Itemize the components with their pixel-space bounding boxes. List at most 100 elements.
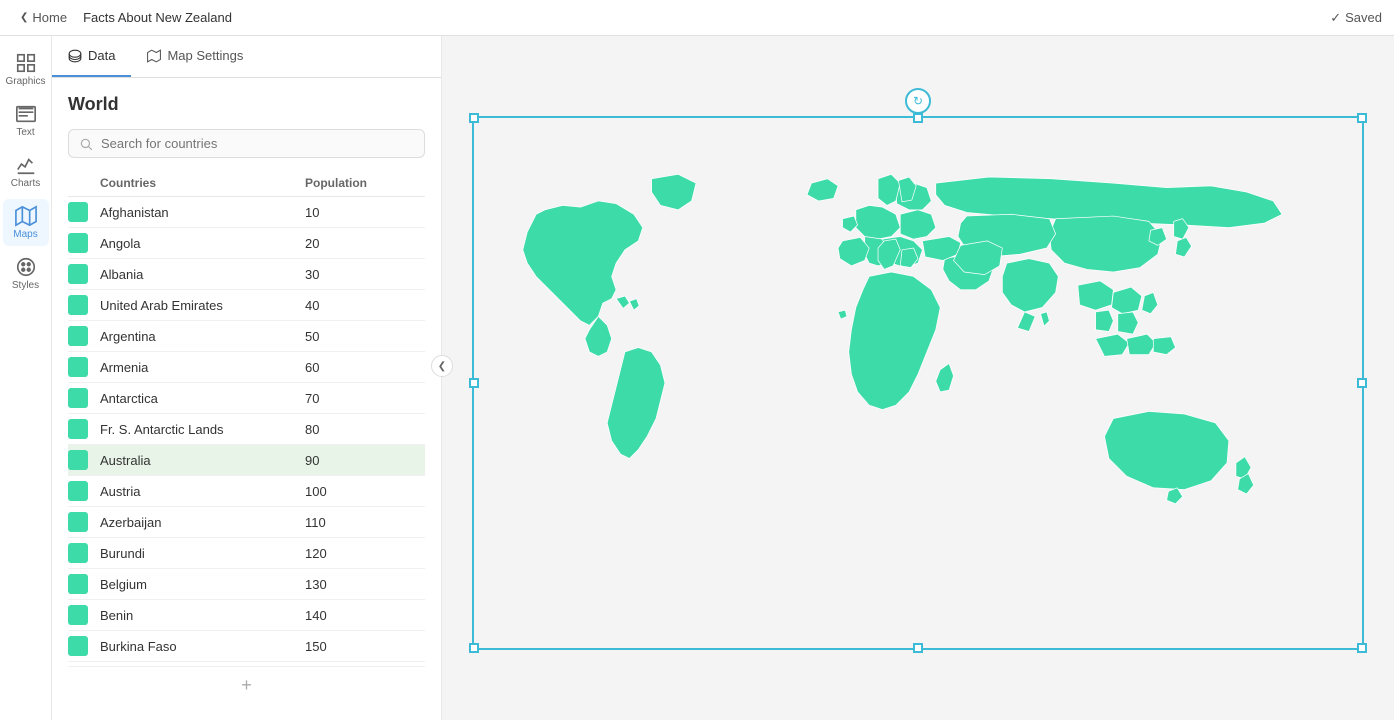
handle-middle-left[interactable] — [469, 378, 479, 388]
row-color — [68, 295, 100, 315]
row-population: 60 — [305, 360, 405, 375]
row-country: Angola — [100, 236, 305, 251]
tab-map-settings[interactable]: Map Settings — [131, 36, 259, 77]
color-swatch — [68, 605, 88, 625]
table-row[interactable]: Belgium 130 — [68, 569, 425, 600]
table-row[interactable]: Australia 90 — [68, 445, 425, 476]
text-label: Text — [16, 127, 34, 138]
table-row[interactable]: Austria 100 — [68, 476, 425, 507]
color-swatch — [68, 419, 88, 439]
table-row[interactable]: Burkina Faso 150 — [68, 631, 425, 662]
row-population: 80 — [305, 422, 405, 437]
sidebar-item-text[interactable]: Text — [3, 97, 49, 144]
row-color — [68, 574, 100, 594]
add-row-button[interactable]: + — [68, 666, 425, 704]
color-swatch — [68, 202, 88, 222]
home-label: Home — [32, 10, 67, 25]
handle-middle-right[interactable] — [1357, 378, 1367, 388]
row-population: 20 — [305, 236, 405, 251]
row-color — [68, 202, 100, 222]
checkmark-icon: ✓ — [1330, 10, 1341, 26]
table-row[interactable]: Armenia 60 — [68, 352, 425, 383]
grid-icon — [15, 52, 37, 74]
data-table: Countries Population Afghanistan 10 Ango… — [68, 170, 425, 666]
sidebar-item-maps[interactable]: Maps — [3, 199, 49, 246]
color-swatch — [68, 357, 88, 377]
table-row[interactable]: Albania 30 — [68, 259, 425, 290]
table-body: Afghanistan 10 Angola 20 Albania 30 Unit… — [68, 197, 425, 666]
row-color — [68, 357, 100, 377]
row-country: Benin — [100, 608, 305, 623]
maps-label: Maps — [13, 229, 37, 240]
table-row[interactable]: United Arab Emirates 40 — [68, 290, 425, 321]
table-row[interactable]: Afghanistan 10 — [68, 197, 425, 228]
table-row[interactable]: Fr. S. Antarctic Lands 80 — [68, 414, 425, 445]
world-title: World — [68, 94, 425, 115]
color-swatch — [68, 512, 88, 532]
color-swatch — [68, 574, 88, 594]
tab-data[interactable]: Data — [52, 36, 131, 77]
handle-bottom-left[interactable] — [469, 643, 479, 653]
sidebar-item-styles[interactable]: Styles — [3, 250, 49, 297]
rotate-icon[interactable]: ↻ — [905, 88, 931, 114]
row-population: 130 — [305, 577, 405, 592]
main-layout: Graphics Text Charts Maps — [0, 36, 1394, 720]
row-color — [68, 481, 100, 501]
color-swatch — [68, 326, 88, 346]
row-country: Antarctica — [100, 391, 305, 406]
handle-bottom-right[interactable] — [1357, 643, 1367, 653]
sidebar-item-graphics[interactable]: Graphics — [3, 46, 49, 93]
row-color — [68, 326, 100, 346]
row-country: Austria — [100, 484, 305, 499]
row-population: 50 — [305, 329, 405, 344]
collapse-panel-button[interactable]: ❮ — [431, 355, 453, 377]
data-panel: Data Map Settings World Countries — [52, 36, 442, 720]
table-header: Countries Population — [68, 170, 425, 197]
handle-top-center[interactable] — [913, 113, 923, 123]
text-icon — [15, 103, 37, 125]
table-row[interactable]: Benin 140 — [68, 600, 425, 631]
row-population: 150 — [305, 639, 405, 654]
chart-icon — [15, 154, 37, 176]
map-icon — [15, 205, 37, 227]
color-swatch — [68, 295, 88, 315]
color-swatch — [68, 543, 88, 563]
row-country: Azerbaijan — [100, 515, 305, 530]
handle-bottom-center[interactable] — [913, 643, 923, 653]
handle-top-left[interactable] — [469, 113, 479, 123]
table-row[interactable]: Antarctica 70 — [68, 383, 425, 414]
row-population: 70 — [305, 391, 405, 406]
world-map — [474, 118, 1362, 648]
search-bar[interactable] — [68, 129, 425, 158]
row-population: 120 — [305, 546, 405, 561]
table-row[interactable]: Argentina 50 — [68, 321, 425, 352]
panel-content: World Countries Population Afghanistan — [52, 78, 441, 720]
table-row[interactable]: Burundi 120 — [68, 538, 425, 569]
row-population: 140 — [305, 608, 405, 623]
home-button[interactable]: ❮ Home — [12, 6, 75, 29]
header-extra — [405, 176, 425, 190]
row-population: 100 — [305, 484, 405, 499]
table-row[interactable]: Angola 20 — [68, 228, 425, 259]
panel-tabs: Data Map Settings — [52, 36, 441, 78]
row-color — [68, 264, 100, 284]
data-tab-icon — [68, 49, 82, 63]
row-color — [68, 419, 100, 439]
row-country: Fr. S. Antarctic Lands — [100, 422, 305, 437]
row-color — [68, 636, 100, 656]
color-swatch — [68, 233, 88, 253]
row-color — [68, 450, 100, 470]
table-row[interactable]: Azerbaijan 110 — [68, 507, 425, 538]
selection-box[interactable]: ↻ — [472, 116, 1364, 650]
row-country: Burundi — [100, 546, 305, 561]
search-input[interactable] — [101, 136, 414, 151]
sidebar-item-charts[interactable]: Charts — [3, 148, 49, 195]
row-country: Burkina Faso — [100, 639, 305, 654]
handle-top-right[interactable] — [1357, 113, 1367, 123]
color-swatch — [68, 264, 88, 284]
row-country: Australia — [100, 453, 305, 468]
map-area: ↻ — [442, 36, 1394, 720]
row-country: Armenia — [100, 360, 305, 375]
color-swatch — [68, 481, 88, 501]
search-icon — [79, 137, 93, 151]
